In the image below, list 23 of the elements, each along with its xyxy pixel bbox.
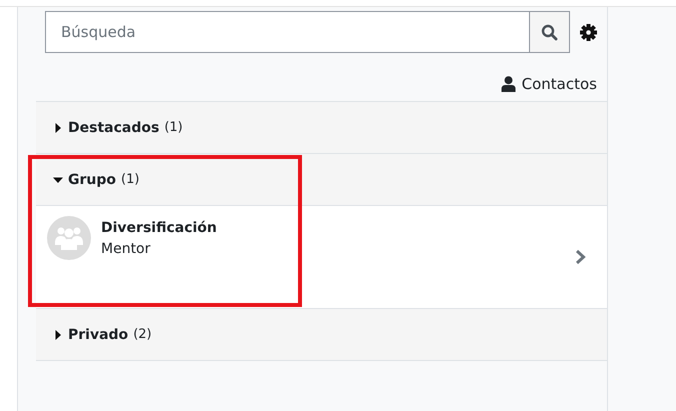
- caret-down-icon: [53, 174, 63, 184]
- conversation-name: Diversificación: [101, 220, 218, 236]
- section-count: (2): [133, 327, 152, 342]
- person-icon: [500, 76, 516, 92]
- conversation-subtitle: Mentor: [101, 241, 152, 257]
- section-header[interactable]: Privado (2): [36, 308, 607, 360]
- section-header[interactable]: Destacados (1): [36, 101, 607, 153]
- search-icon: [541, 24, 558, 40]
- group-avatar-icon: [47, 216, 91, 260]
- caret-right-icon: [53, 122, 63, 132]
- search-button[interactable]: [530, 11, 570, 53]
- chevron-right-icon: [575, 249, 586, 265]
- settings-icon[interactable]: [580, 24, 597, 40]
- conversation-item[interactable]: Diversificación Mentor: [36, 205, 607, 308]
- section-count: (1): [121, 172, 140, 187]
- section-count: (1): [164, 120, 183, 135]
- search-field[interactable]: Búsqueda: [45, 11, 530, 53]
- section-title: Destacados: [68, 120, 160, 136]
- section-header[interactable]: Grupo (1): [36, 153, 607, 205]
- contacts-link[interactable]: Contactos: [500, 73, 597, 95]
- section-title: Grupo: [68, 172, 116, 188]
- section-title: Privado: [68, 326, 128, 342]
- caret-right-icon: [53, 330, 63, 340]
